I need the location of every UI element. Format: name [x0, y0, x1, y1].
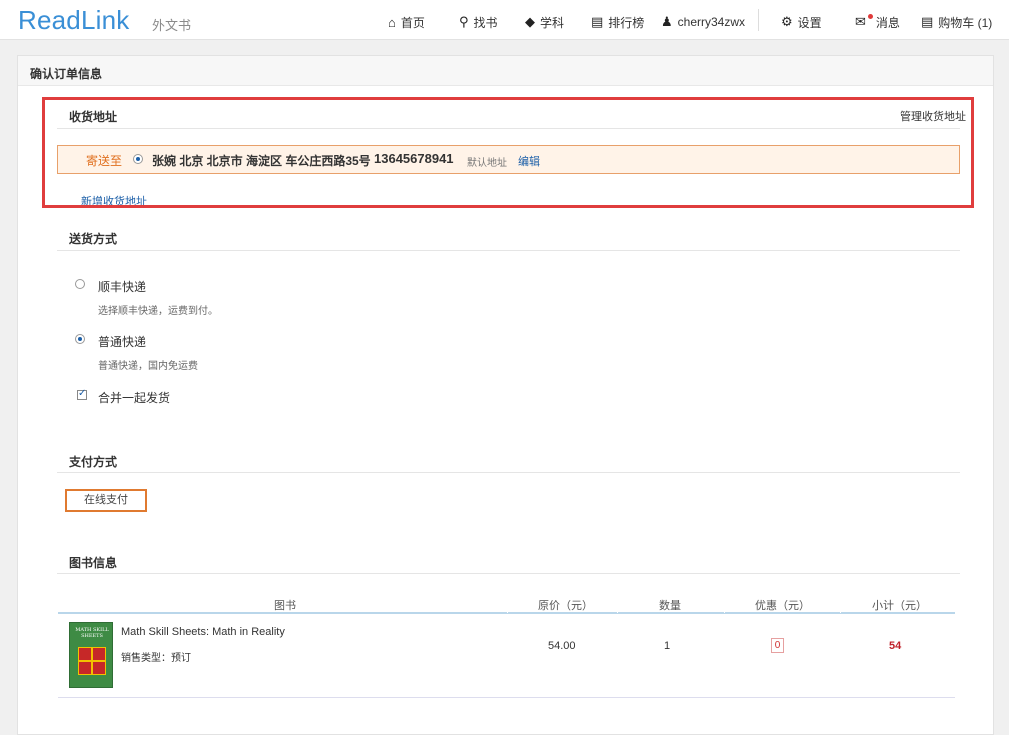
- books-divider: [57, 573, 960, 574]
- delivery-section-title: 送货方式: [69, 232, 118, 246]
- panel-header: 确认订单信息: [18, 56, 993, 86]
- col-price: 原价（元）: [538, 600, 593, 612]
- book-cover-image[interactable]: MATH SKILL SHEETS: [69, 622, 113, 688]
- header-sep: [840, 591, 841, 613]
- header-sep: [507, 591, 508, 613]
- payment-divider: [57, 472, 960, 473]
- nav-ranking-label: 排行榜: [608, 15, 645, 30]
- delivery-option-normal-radio[interactable]: [75, 334, 85, 344]
- nav-divider: [758, 9, 759, 31]
- book-qty: 1: [664, 640, 671, 652]
- search-icon: ⚲: [459, 14, 469, 29]
- book-subtotal: 54: [889, 640, 902, 652]
- book-cover-text: MATH SKILL SHEETS: [75, 627, 109, 639]
- book-price: 54.00: [548, 640, 576, 652]
- unread-dot: [867, 13, 873, 19]
- nav-user[interactable]: ♟ cherry34zwx: [661, 14, 745, 30]
- nav-messages-label: 消息: [875, 15, 900, 30]
- header-sep: [617, 591, 618, 613]
- readlink-logo[interactable]: ReadLink: [18, 5, 129, 36]
- user-icon: ♟: [661, 14, 673, 29]
- mail-icon: ✉: [855, 14, 866, 29]
- list-icon: ▤: [591, 14, 604, 29]
- nav-search-label: 找书: [473, 15, 498, 30]
- nav-cart-label: 购物车 (1): [938, 15, 993, 30]
- nav-messages[interactable]: ✉ 消息: [855, 13, 900, 30]
- header-sep: [724, 591, 725, 613]
- page-title: 确认订单信息: [30, 67, 103, 81]
- nav-cart[interactable]: ▤ 购物车 (1): [921, 14, 992, 30]
- nav-ranking[interactable]: ▤ 排行榜: [591, 14, 644, 30]
- gear-icon: ⚙: [781, 14, 793, 29]
- books-section-title: 图书信息: [69, 556, 118, 570]
- layers-icon: ◆: [525, 14, 535, 29]
- delivery-option-normal-label[interactable]: 普通快递: [98, 333, 146, 350]
- nav-subject-label: 学科: [540, 15, 565, 30]
- delivery-option-sf-radio[interactable]: [75, 279, 85, 289]
- home-icon: ⌂: [388, 14, 396, 30]
- cover-graphic: [78, 647, 106, 675]
- col-discount: 优惠（元）: [755, 600, 810, 612]
- delivery-option-sf-desc: 选择顺丰快递，运费到付。: [98, 306, 218, 317]
- delivery-option-sf-label[interactable]: 顺丰快递: [98, 278, 146, 295]
- logo-subtitle: 外文书: [152, 18, 192, 33]
- book-title[interactable]: Math Skill Sheets: Math in Reality: [121, 626, 285, 638]
- delivery-divider: [57, 250, 960, 251]
- col-book: 图书: [274, 600, 296, 612]
- book-discount: 0: [771, 638, 784, 653]
- top-navigation-bar: ReadLink 外文书 ⌂ 首页 ⚲ 找书 ◆ 学科 ▤ 排行榜 ♟ cher…: [0, 0, 1009, 40]
- nav-settings-label: 设置: [797, 15, 822, 30]
- merge-shipping-checkbox[interactable]: [77, 388, 87, 400]
- col-qty: 数量: [659, 600, 681, 612]
- book-sale-type: 销售类型：预订: [121, 653, 191, 664]
- nav-home-label: 首页: [400, 15, 425, 30]
- nav-settings[interactable]: ⚙ 设置: [781, 14, 822, 30]
- nav-user-label: cherry34zwx: [677, 15, 746, 29]
- cart-icon: ▤: [921, 14, 934, 29]
- online-payment-button[interactable]: 在线支付: [65, 489, 147, 512]
- address-highlight-box: [42, 97, 974, 208]
- nav-subject[interactable]: ◆ 学科: [525, 14, 564, 30]
- nav-home[interactable]: ⌂ 首页: [388, 14, 425, 30]
- col-subtotal: 小计（元）: [872, 600, 927, 612]
- payment-section-title: 支付方式: [69, 455, 118, 469]
- nav-search[interactable]: ⚲ 找书: [459, 14, 498, 30]
- delivery-option-normal-desc: 普通快递，国内免运费: [98, 361, 198, 372]
- merge-shipping-label[interactable]: 合并一起发货: [98, 389, 170, 406]
